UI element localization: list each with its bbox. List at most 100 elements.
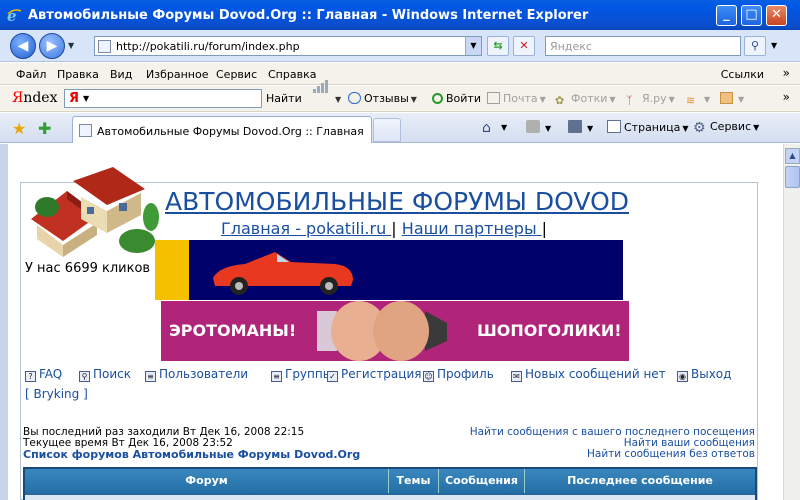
address-field[interactable]: http://pokatili.ru/forum/index.php ▼ xyxy=(94,36,482,56)
close-button[interactable]: ✕ xyxy=(766,5,787,26)
tab-page-icon xyxy=(79,124,92,137)
yandex-input-dropdown-icon[interactable]: ▼ xyxy=(83,94,89,103)
yandex-toolbar: Яndex Я ▼ Найти ▼ Отзывы ▼ Войти Почта ▼ ✿… xyxy=(0,80,800,112)
page-viewport: АВТОМОБИЛЬНЫЕ ФОРУМЫ DOVOD Главная - pok… xyxy=(0,144,800,500)
yandex-find-button[interactable]: Найти xyxy=(266,92,302,105)
links-button[interactable]: Ссылки xyxy=(721,68,764,81)
history-dropdown-icon[interactable]: ▼ xyxy=(68,41,74,50)
folder-icon xyxy=(720,92,733,104)
mail-button[interactable]: Почта ▼ xyxy=(487,92,546,105)
banner-left-text: ЭРОТОМАНЫ! xyxy=(169,321,297,340)
menu-tools[interactable]: Сервис xyxy=(216,68,257,81)
yandex-chevron-icon[interactable]: » xyxy=(783,90,790,104)
nav-username-link[interactable]: [ Bryking ] xyxy=(25,387,88,401)
site-title-link[interactable]: АВТОМОБИЛЬНЫЕ ФОРУМЫ DOVOD xyxy=(165,187,629,216)
vertical-scrollbar[interactable]: ▲ xyxy=(783,144,800,500)
scroll-thumb[interactable] xyxy=(785,166,800,188)
menu-help[interactable]: Справка xyxy=(268,68,316,81)
forum-index-link[interactable]: Список форумов Автомобильные Форумы Dovo… xyxy=(23,448,360,461)
menu-view[interactable]: Вид xyxy=(110,68,132,81)
print-button[interactable]: ▼ xyxy=(568,120,593,134)
list-icon: ≡ xyxy=(145,371,156,382)
car-ad-banner[interactable] xyxy=(155,240,623,300)
scroll-up-icon[interactable]: ▲ xyxy=(785,148,800,164)
nav-search[interactable]: ⚲ Поиск xyxy=(79,367,131,382)
forward-button[interactable]: ▶ xyxy=(39,33,65,59)
search-input[interactable]: Яндекс xyxy=(545,36,741,56)
nav-users[interactable]: ≡ Пользователи xyxy=(145,367,248,382)
nav-register[interactable]: ✓ Регистрация xyxy=(327,367,421,382)
back-button[interactable]: ◀ xyxy=(10,33,36,59)
folder-button[interactable]: ▼ xyxy=(720,92,744,105)
tab-title[interactable]: Автомобильные Форумы Dovod.Org :: Главна… xyxy=(97,125,364,138)
minimize-button[interactable]: _ xyxy=(716,5,737,26)
banner-right-text: ШОПОГОЛИКИ! xyxy=(477,321,622,340)
nav-logout[interactable]: ◉ Выход xyxy=(677,367,731,382)
tab-active[interactable]: Автомобильные Форумы Dovod.Org :: Главна… xyxy=(72,116,372,143)
banner-yellow-strip xyxy=(155,240,189,300)
signal-dropdown-icon[interactable]: ▼ xyxy=(333,92,341,105)
nav-profile[interactable]: ☺ Профиль xyxy=(423,367,494,382)
new-tab-button[interactable] xyxy=(373,118,401,142)
forum-nav: ? FAQ ⚲ Поиск ≡ Пользователи ≡ Группы ✓ Регис… xyxy=(25,367,755,383)
rss-feed-icon xyxy=(526,120,540,133)
key-icon xyxy=(432,93,443,104)
envelope-icon xyxy=(487,92,500,104)
stop-button[interactable]: ✕ xyxy=(513,36,535,56)
find-unanswered-link[interactable]: Найти сообщения без ответов xyxy=(587,448,755,460)
link-separator: | xyxy=(391,219,397,238)
back-arrow-icon: ◀ xyxy=(17,38,29,54)
toolbar-chevron-icon[interactable]: » xyxy=(783,66,790,80)
home-button[interactable]: ⌂ ▼ xyxy=(482,120,507,136)
add-favorites-icon[interactable]: ✚ xyxy=(38,119,51,138)
logout-icon: ◉ xyxy=(677,371,688,382)
yaru-button[interactable]: ᛉ Я.ру ▼ xyxy=(626,92,675,107)
internet-explorer-icon: e xyxy=(7,7,22,23)
address-url[interactable]: http://pokatili.ru/forum/index.php xyxy=(116,40,300,53)
bookmarks-button[interactable]: ≋ ▼ xyxy=(686,92,710,107)
favorites-star-icon[interactable]: ★ xyxy=(12,119,26,138)
feeds-button[interactable]: ▼ xyxy=(526,120,551,134)
menu-file[interactable]: Файл xyxy=(16,68,46,81)
clicks-counter: У нас 6699 кликов xyxy=(25,261,151,276)
yandex-logo[interactable]: Яndex xyxy=(12,90,57,106)
yandex-search-input[interactable]: Я ▼ xyxy=(64,89,262,108)
login-button[interactable]: Войти xyxy=(432,92,481,105)
search-button[interactable]: ⚲ xyxy=(744,36,766,56)
tab-bar: ★ ✚ Автомобильные Форумы Dovod.Org :: Гл… xyxy=(0,113,800,143)
nav-messages[interactable]: ✉ Новых сообщений нет xyxy=(511,367,666,382)
nav-faq[interactable]: ? FAQ xyxy=(25,367,62,382)
search-options-dropdown-icon[interactable]: ▼ xyxy=(771,41,777,50)
nav-groups[interactable]: ≡ Группы xyxy=(271,367,332,382)
gear-icon: ⚙ xyxy=(693,120,706,136)
col-posts: Сообщения xyxy=(439,469,525,493)
speech-bubble-icon xyxy=(348,92,361,104)
banner-figure-image xyxy=(317,301,447,361)
menu-bar: Файл Правка Вид Избранное Сервис Справка… xyxy=(0,63,800,85)
question-icon: ? xyxy=(25,371,36,382)
photos-button[interactable]: ✿ Фотки ▼ xyxy=(555,92,616,107)
partners-link[interactable]: Наши партнеры xyxy=(402,219,542,238)
menu-favorites[interactable]: Избранное xyxy=(146,68,208,81)
page-menu-button[interactable]: Страница ▼ xyxy=(607,120,689,134)
table-row[interactable] xyxy=(25,495,755,500)
maximize-button[interactable]: □ xyxy=(741,5,762,26)
refresh-button[interactable]: ⇆ xyxy=(487,36,509,56)
window-titlebar: e Автомобильные Форумы Dovod.Org :: Глав… xyxy=(0,0,800,30)
address-dropdown-icon[interactable]: ▼ xyxy=(465,37,481,55)
refresh-icon: ⇆ xyxy=(493,39,503,52)
person-icon: ᛉ xyxy=(626,94,633,107)
house-logo-icon xyxy=(31,167,159,257)
shop-ad-banner[interactable]: ЭРОТОМАНЫ! ШОПОГОЛИКИ! xyxy=(161,301,629,361)
search-placeholder: Яндекс xyxy=(550,40,592,53)
home-link[interactable]: Главная - pokatili.ru xyxy=(221,219,391,238)
search-icon: ⚲ xyxy=(750,39,760,52)
tools-menu-button[interactable]: ⚙ Сервис ▼ xyxy=(693,120,759,136)
page-icon xyxy=(607,120,621,133)
profile-icon: ☺ xyxy=(423,371,434,382)
viewport-frame xyxy=(0,144,8,500)
menu-edit[interactable]: Правка xyxy=(57,68,99,81)
bookmark-icon: ≋ xyxy=(686,94,696,107)
reviews-button[interactable]: Отзывы ▼ xyxy=(348,92,417,105)
printer-icon xyxy=(568,120,582,133)
